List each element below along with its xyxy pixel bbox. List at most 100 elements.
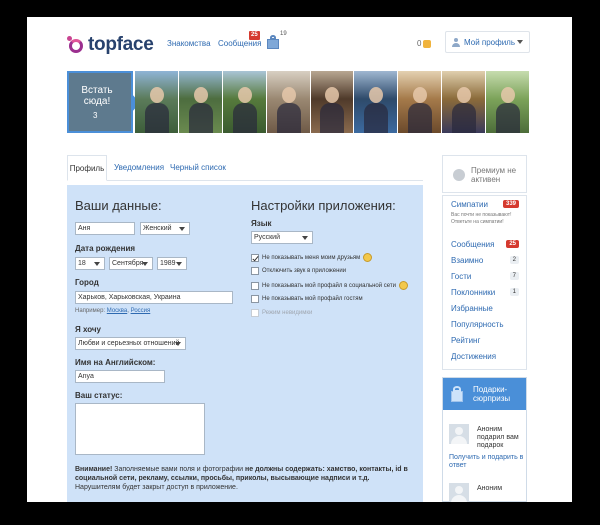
- messages-badge: 25: [249, 31, 260, 40]
- person-body: [320, 103, 345, 133]
- balance[interactable]: 0: [417, 39, 432, 48]
- warning-part-1: Заполняемые вами поля и фотографии: [112, 466, 246, 473]
- gift-box-icon: [449, 385, 465, 403]
- premium-card[interactable]: Премиум не активен: [442, 155, 527, 193]
- sidebar-item-mutual[interactable]: Взаимно: [451, 256, 483, 265]
- gift-reply-link[interactable]: Получить и подарить в ответ: [449, 454, 527, 470]
- checkbox-hide-in-social-network[interactable]: Не показывать мой профайл в социальной с…: [251, 281, 408, 290]
- status-textarea[interactable]: [75, 403, 205, 455]
- person-silhouette: [237, 87, 252, 103]
- tab-profile[interactable]: Профиль: [67, 155, 107, 181]
- english-name-label: Имя на Английском:: [75, 358, 156, 367]
- person-silhouette: [281, 87, 296, 103]
- gift-sender: Аноним подарил вам подарок: [477, 426, 519, 449]
- person-silhouette: [149, 87, 164, 103]
- user-photo[interactable]: [398, 71, 442, 133]
- city-input[interactable]: Харьков, Харьковская, Украина: [75, 291, 233, 304]
- checkbox[interactable]: [251, 267, 259, 275]
- status-label: Ваш статус:: [75, 391, 123, 400]
- person-body: [452, 103, 477, 133]
- emoji-icon: [399, 281, 408, 290]
- sidebar-item-popularity[interactable]: Популярность: [451, 320, 504, 329]
- user-photo[interactable]: [310, 71, 354, 133]
- sidebar-menu: Симпатии 339 Вас почти не показывают! От…: [442, 195, 527, 370]
- person-silhouette: [325, 87, 340, 103]
- checkbox-hide-from-friends[interactable]: Не показывать меня моим друзьям: [251, 253, 373, 262]
- name-input[interactable]: Аня: [75, 222, 135, 235]
- city-label: Город: [75, 278, 99, 287]
- user-photo[interactable]: [486, 71, 529, 133]
- person-body: [364, 103, 389, 133]
- nav-events-link[interactable]: Знакомства: [167, 39, 211, 48]
- sympathy-badge: 339: [502, 200, 519, 208]
- person-silhouette: [501, 87, 516, 103]
- person-body: [276, 103, 301, 133]
- avatar: [449, 483, 469, 502]
- user-photo[interactable]: [135, 71, 178, 133]
- checkbox-hide-from-guests[interactable]: Не показывать мой профайл гостям: [251, 295, 363, 303]
- user-photo[interactable]: [354, 71, 398, 133]
- photo-strip: Встать сюда! 3: [67, 71, 530, 133]
- sidebar-item-fans[interactable]: Поклонники: [451, 288, 495, 297]
- chevron-down-icon: [517, 40, 523, 44]
- city-example: Например: Москва, Россия: [75, 308, 150, 314]
- messages-count-badge: 25: [506, 240, 519, 248]
- person-silhouette: [369, 87, 384, 103]
- warning-text: Внимание! Заполняемые вами поля и фотогр…: [75, 465, 415, 492]
- want-select[interactable]: Любви и серьезных отношений: [75, 337, 186, 350]
- sidebar-item-rating[interactable]: Рейтинг: [451, 336, 480, 345]
- profile-form: Ваши данные: Аня Женский Дата рождения 1…: [67, 185, 423, 502]
- person-body: [144, 103, 169, 133]
- sidebar-item-messages[interactable]: Сообщения: [451, 240, 494, 249]
- gifts-card: Подарки-сюрпризы Аноним подарил вам пода…: [442, 377, 527, 502]
- premium-icon: [453, 169, 465, 181]
- gift-sender: Аноним: [477, 485, 503, 492]
- get-here-count: 3: [93, 111, 98, 120]
- birthday-month-select[interactable]: Сентября: [109, 257, 153, 270]
- my-profile-button[interactable]: Мой профиль: [445, 31, 530, 53]
- settings-tabs: Профиль Уведомления Черный список: [67, 155, 423, 181]
- person-body: [188, 103, 213, 133]
- sidebar-item-achievements[interactable]: Достижения: [451, 352, 496, 361]
- tab-notifications[interactable]: Уведомления: [114, 155, 164, 181]
- birthday-label: Дата рождения: [75, 244, 136, 253]
- balance-value: 0: [417, 39, 422, 48]
- checkbox[interactable]: [251, 281, 259, 290]
- city-example-russia-link[interactable]: Россия: [131, 308, 151, 314]
- gender-select[interactable]: Женский: [140, 222, 190, 235]
- city-example-moscow-link[interactable]: Москва: [107, 308, 127, 314]
- checkbox-mute-sound[interactable]: Отключить звук в приложении: [251, 267, 346, 275]
- birthday-day-select[interactable]: 18: [75, 257, 105, 270]
- city-example-prefix: Например:: [75, 308, 106, 314]
- checkbox[interactable]: [251, 253, 259, 262]
- person-body: [408, 103, 433, 133]
- english-name-input[interactable]: Anya: [75, 370, 165, 383]
- sidebar-item-favorites[interactable]: Избранные: [451, 304, 493, 313]
- emoji-icon: [363, 253, 373, 262]
- language-select[interactable]: Русский: [251, 231, 313, 244]
- sidebar-item-sympathy[interactable]: Симпатии: [451, 200, 488, 209]
- sidebar-item-guests[interactable]: Гости: [451, 272, 471, 281]
- birthday-year-select[interactable]: 1989: [157, 257, 187, 270]
- person-silhouette: [457, 87, 472, 103]
- logo[interactable]: topface: [67, 34, 154, 56]
- checkbox: [251, 309, 259, 317]
- header: topface Знакомства Сообщения 25 19 0 Мой…: [27, 17, 572, 69]
- checkbox[interactable]: [251, 295, 259, 303]
- person-silhouette: [193, 87, 208, 103]
- gifts-header[interactable]: Подарки-сюрпризы: [443, 378, 526, 410]
- checkbox-label: Не показывать мой профайл гостям: [262, 296, 363, 302]
- your-data-title: Ваши данные:: [75, 198, 162, 213]
- gift-icon[interactable]: [265, 35, 281, 49]
- user-photo[interactable]: [222, 71, 266, 133]
- tab-blacklist[interactable]: Черный список: [170, 155, 226, 181]
- user-photo[interactable]: [178, 71, 222, 133]
- like-coin-icon: [423, 39, 432, 48]
- user-photo[interactable]: [266, 71, 310, 133]
- mutual-badge: 2: [509, 256, 519, 264]
- get-here-button[interactable]: Встать сюда! 3: [67, 71, 140, 133]
- person-body: [232, 103, 257, 133]
- user-photo[interactable]: [442, 71, 486, 133]
- nav-messages-link[interactable]: Сообщения: [218, 39, 261, 48]
- warning-part-2: Нарушителям будет закрыт доступ в прилож…: [75, 484, 238, 491]
